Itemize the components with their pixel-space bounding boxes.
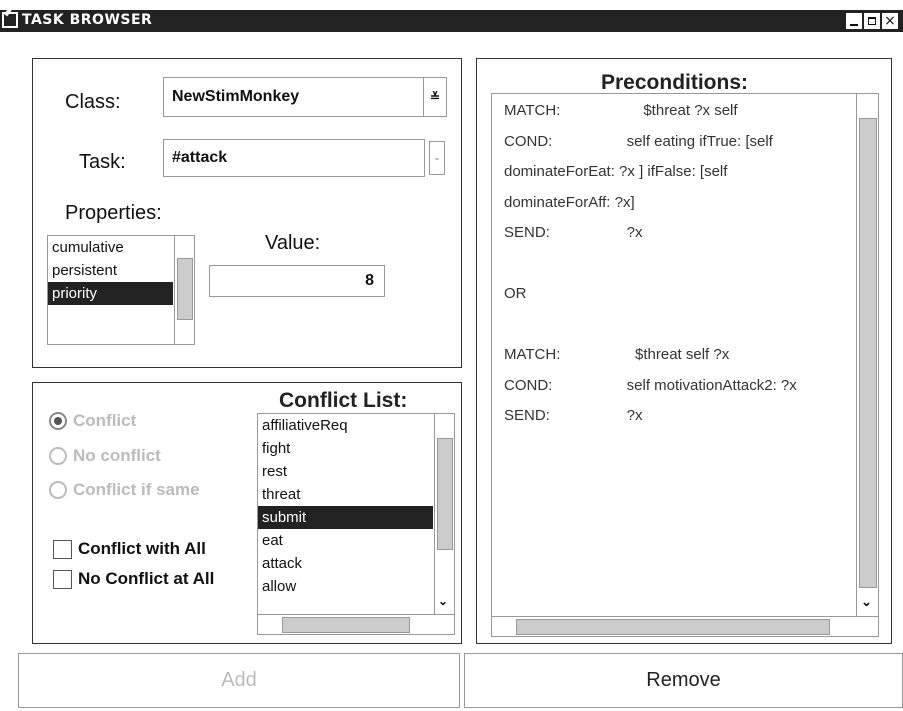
class-dropdown[interactable]: NewStimMonkey ≚ [163,77,447,117]
scroll-thumb[interactable] [282,617,410,633]
close-button[interactable]: × [882,13,898,29]
list-item[interactable]: submit [258,506,433,529]
conflict-panel: Conflict List: Conflict No conflict Conf… [32,382,462,644]
scroll-thumb[interactable] [859,118,877,588]
precondition-value: $threat self ?x [610,346,730,363]
radio-no-conflict[interactable]: No conflict [49,446,161,466]
precondition-key: SEND: [504,407,550,424]
value-field[interactable]: 8 [209,265,385,297]
radio-conflict-if-same[interactable]: Conflict if same [49,480,200,500]
precondition-key: COND: [504,132,553,150]
task-panel: Class: NewStimMonkey ≚ Task: #attack - P… [32,58,462,368]
precondition-key: MATCH: [504,346,561,363]
conflict-list-vscrollbar[interactable]: ⌄ [434,414,454,614]
remove-button[interactable]: Remove [464,653,903,708]
radio-label: Conflict if same [73,480,200,499]
precondition-key: SEND: [504,224,550,241]
task-field[interactable]: #attack [163,139,425,177]
scroll-thumb[interactable] [437,438,453,550]
properties-scrollbar[interactable] [174,236,194,344]
checkbox-icon [53,569,72,589]
conflict-list-title: Conflict List: [279,389,408,412]
preconditions-text: MATCH: $threat ?x self COND: self eating… [504,96,856,432]
precondition-key: MATCH: [504,102,561,119]
task-menu-button[interactable]: - [429,141,445,175]
precondition-value: ?x [610,224,643,241]
chevron-down-icon[interactable]: ≚ [423,78,446,116]
list-item[interactable]: affiliativeReq [258,414,433,437]
list-item[interactable]: threat [258,483,433,506]
radio-unchecked-icon [49,481,67,499]
precondition-key: OR [504,285,527,302]
properties-list[interactable]: cumulative persistent priority [47,235,195,345]
list-item[interactable]: fight [258,437,433,460]
checkbox-label: Conflict with All [78,539,206,558]
preconditions-textarea[interactable]: MATCH: $threat ?x self COND: self eating… [491,93,879,637]
list-item[interactable]: persistent [48,259,173,282]
task-value: #attack [172,149,228,166]
list-item[interactable]: cumulative [48,236,173,259]
preconditions-panel: Preconditions: MATCH: $threat ?x self CO… [476,58,892,644]
precondition-value: dominateForEat: ?x ] ifFalse: [self [504,163,728,180]
checkbox-conflict-with-all[interactable]: Conflict with All [53,539,206,559]
title-bar[interactable]: TASK BROWSER × [0,10,903,32]
radio-label: No conflict [73,446,161,465]
chevron-down-icon[interactable]: ⌄ [438,594,448,608]
properties-label: Properties: [65,202,162,224]
class-value: NewStimMonkey [172,88,300,105]
app-icon [2,12,18,28]
radio-unchecked-icon [49,447,67,465]
list-item[interactable]: eat [258,529,433,552]
list-item[interactable]: rest [258,460,433,483]
precondition-value: dominateForAff: ?x] [504,193,635,211]
radio-checked-icon [49,412,67,430]
precondition-value: ?x [610,407,643,424]
list-item[interactable]: attack [258,552,433,575]
chevron-down-icon[interactable]: ⌄ [861,594,872,610]
list-item[interactable]: priority [48,282,173,305]
conflict-list[interactable]: affiliativeReq fight rest threat submit … [257,413,455,635]
list-item[interactable]: allow [258,575,433,598]
scroll-thumb[interactable] [177,258,193,320]
preconditions-vscrollbar[interactable]: ⌄ [856,94,878,616]
value-label: Value: [265,232,321,254]
checkbox-no-conflict-at-all[interactable]: No Conflict at All [53,569,214,589]
precondition-value: $threat ?x self [610,102,738,119]
checkbox-icon [53,539,72,559]
class-label: Class: [65,91,121,113]
radio-conflict[interactable]: Conflict [49,411,136,431]
precondition-value: self motivationAttack2: ?x [610,376,797,394]
minimize-button[interactable] [846,13,862,29]
precondition-key: COND: [504,376,553,394]
add-button[interactable]: Add [18,653,460,708]
preconditions-title: Preconditions: [601,71,749,94]
task-label: Task: [79,151,126,173]
checkbox-label: No Conflict at All [78,569,215,588]
preconditions-hscrollbar[interactable] [492,616,878,636]
maximize-button[interactable] [864,13,880,29]
precondition-value: self eating ifTrue: [self [610,132,773,150]
radio-label: Conflict [73,411,137,430]
conflict-list-hscrollbar[interactable] [258,614,454,634]
scroll-thumb[interactable] [516,619,830,635]
window-title: TASK BROWSER [22,12,153,28]
